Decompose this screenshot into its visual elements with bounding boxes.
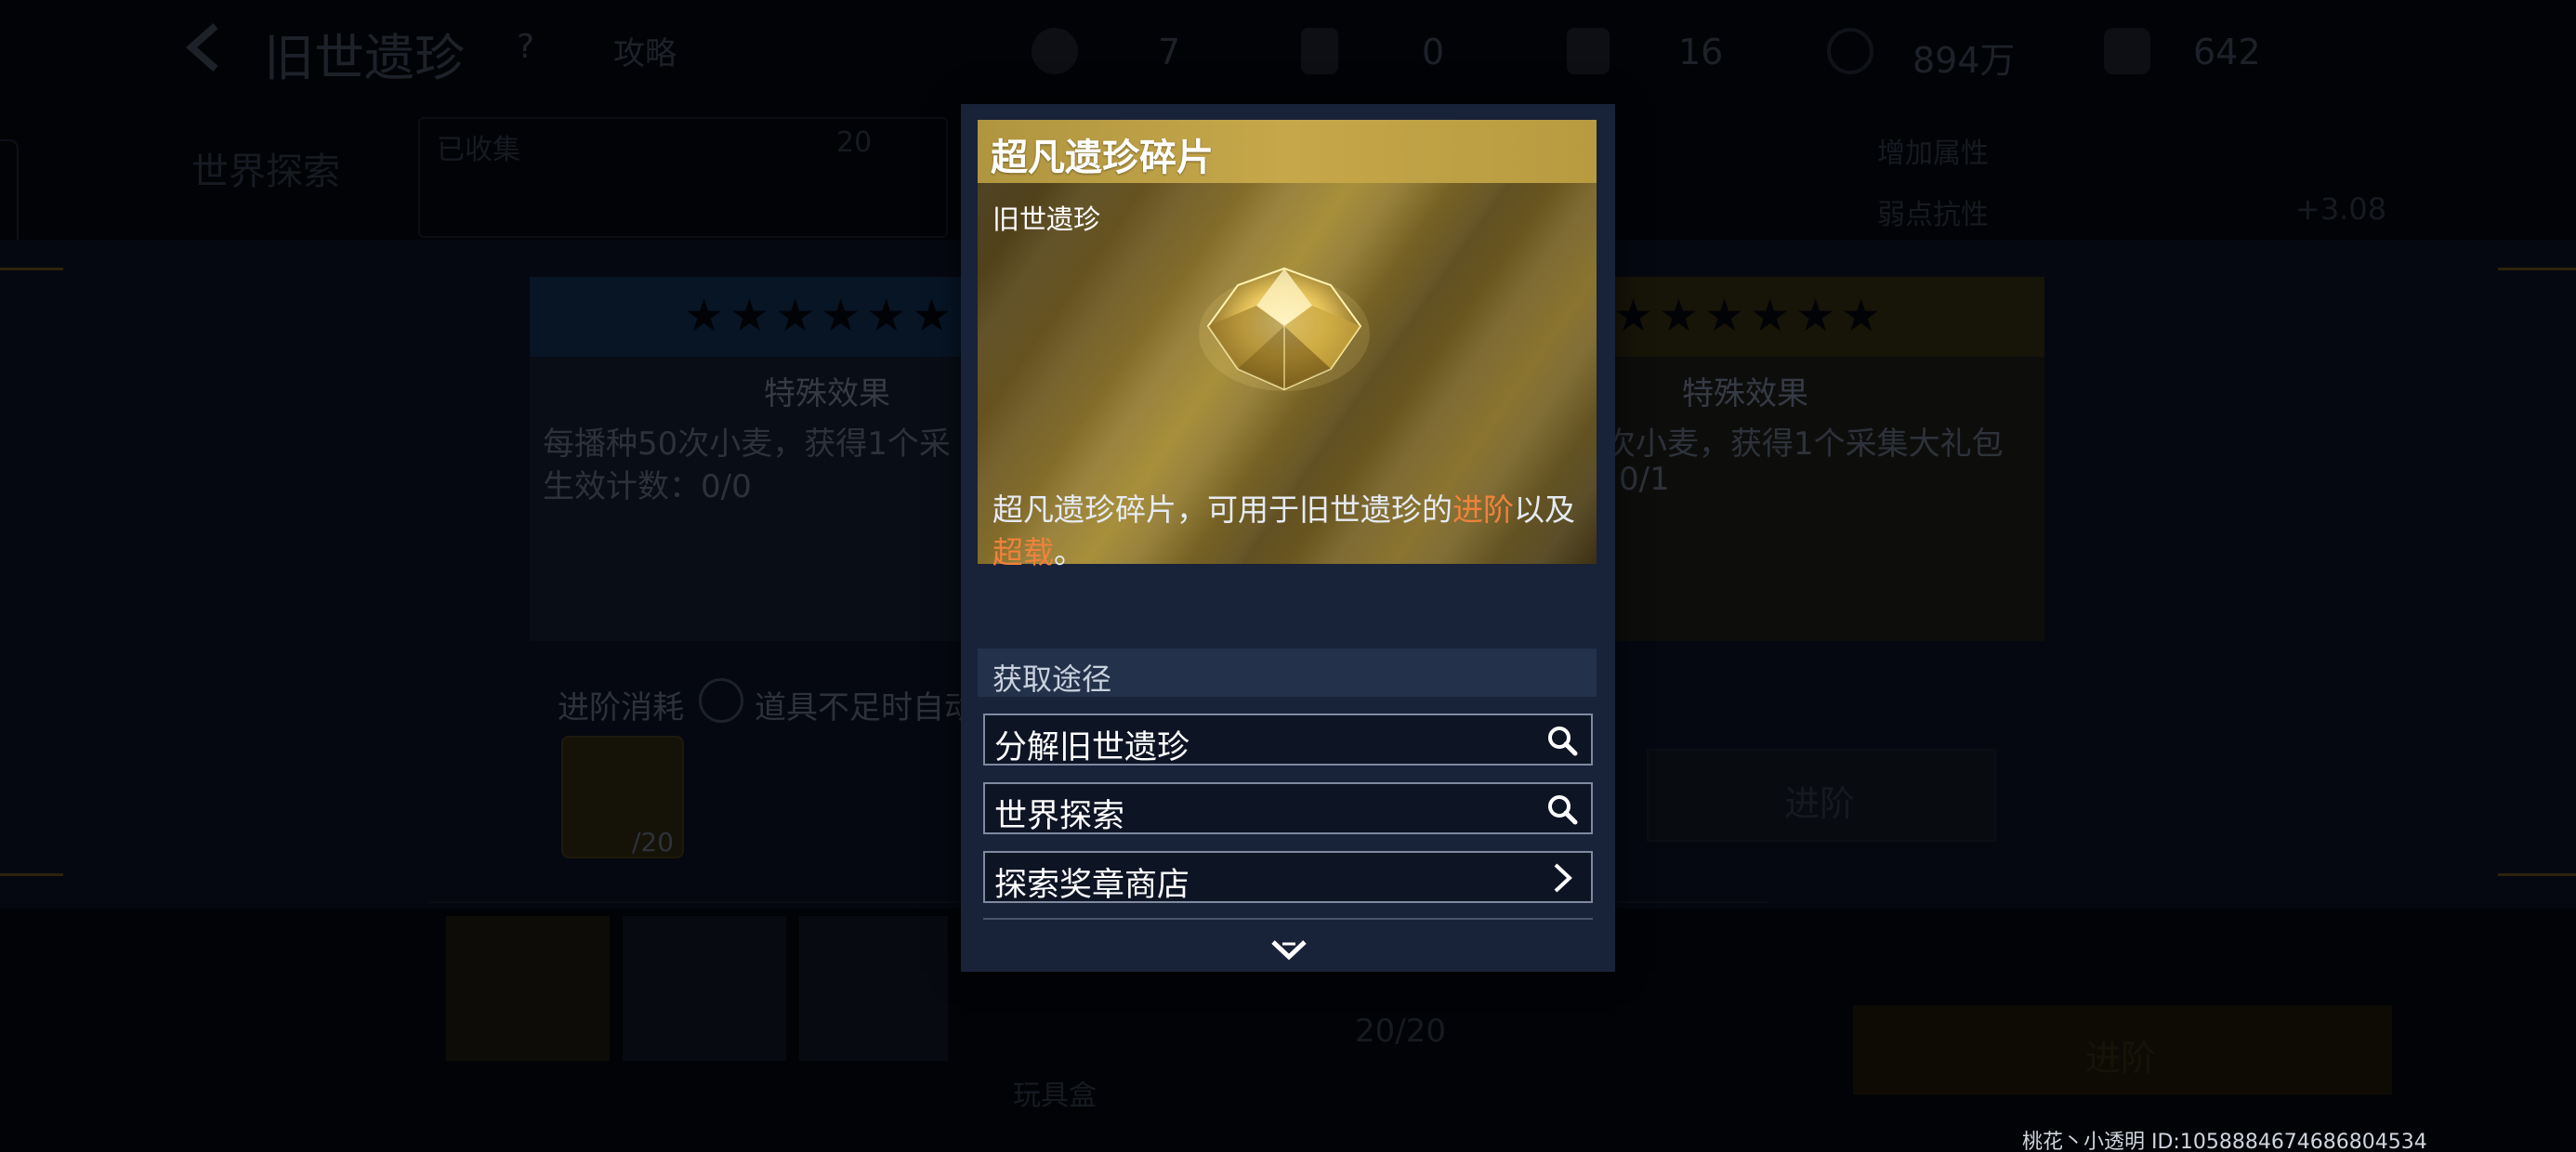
source-decompose[interactable]: 分解旧世遗珍 <box>983 713 1593 766</box>
search-icon <box>1548 727 1578 756</box>
source-label: 世界探索 <box>994 798 1125 835</box>
desc-text-3: 。 <box>1054 534 1084 570</box>
desc-highlight-advance: 进阶 <box>1452 491 1514 528</box>
desc-text-2: 以及 <box>1514 491 1575 528</box>
item-title: 超凡遗珍碎片 <box>991 137 1214 179</box>
chevron-down-icon[interactable] <box>1269 938 1308 961</box>
desc-highlight-overload: 超载 <box>992 534 1054 570</box>
item-description: 超凡遗珍碎片，可用于旧世遗珍的进阶以及超载。 <box>992 489 1587 574</box>
source-label: 分解旧世遗珍 <box>994 729 1190 766</box>
search-icon <box>1548 795 1578 825</box>
source-medal-shop[interactable]: 探索奖章商店 <box>983 851 1593 904</box>
source-title: 获取途径 <box>992 661 1112 697</box>
item-category: 旧世遗珍 <box>992 203 1101 235</box>
player-id-watermark: 桃花丶小透明 ID:1058884674686804534 <box>2022 1131 2427 1152</box>
source-section-header: 获取途径 <box>978 648 1597 697</box>
source-list-divider <box>983 918 1593 920</box>
chevron-right-icon <box>1554 863 1572 893</box>
gem-icon <box>1199 267 1370 391</box>
source-world-explore[interactable]: 世界探索 <box>983 782 1593 835</box>
item-detail-modal: 超凡遗珍碎片 旧世遗珍 超凡遗珍碎片，可用于旧世遗珍的进阶以及超载。 获取途径 <box>961 104 1615 972</box>
title-bar: 超凡遗珍碎片 <box>978 120 1597 183</box>
source-label: 探索奖章商店 <box>994 867 1190 904</box>
desc-text-1: 超凡遗珍碎片，可用于旧世遗珍的 <box>992 491 1452 528</box>
